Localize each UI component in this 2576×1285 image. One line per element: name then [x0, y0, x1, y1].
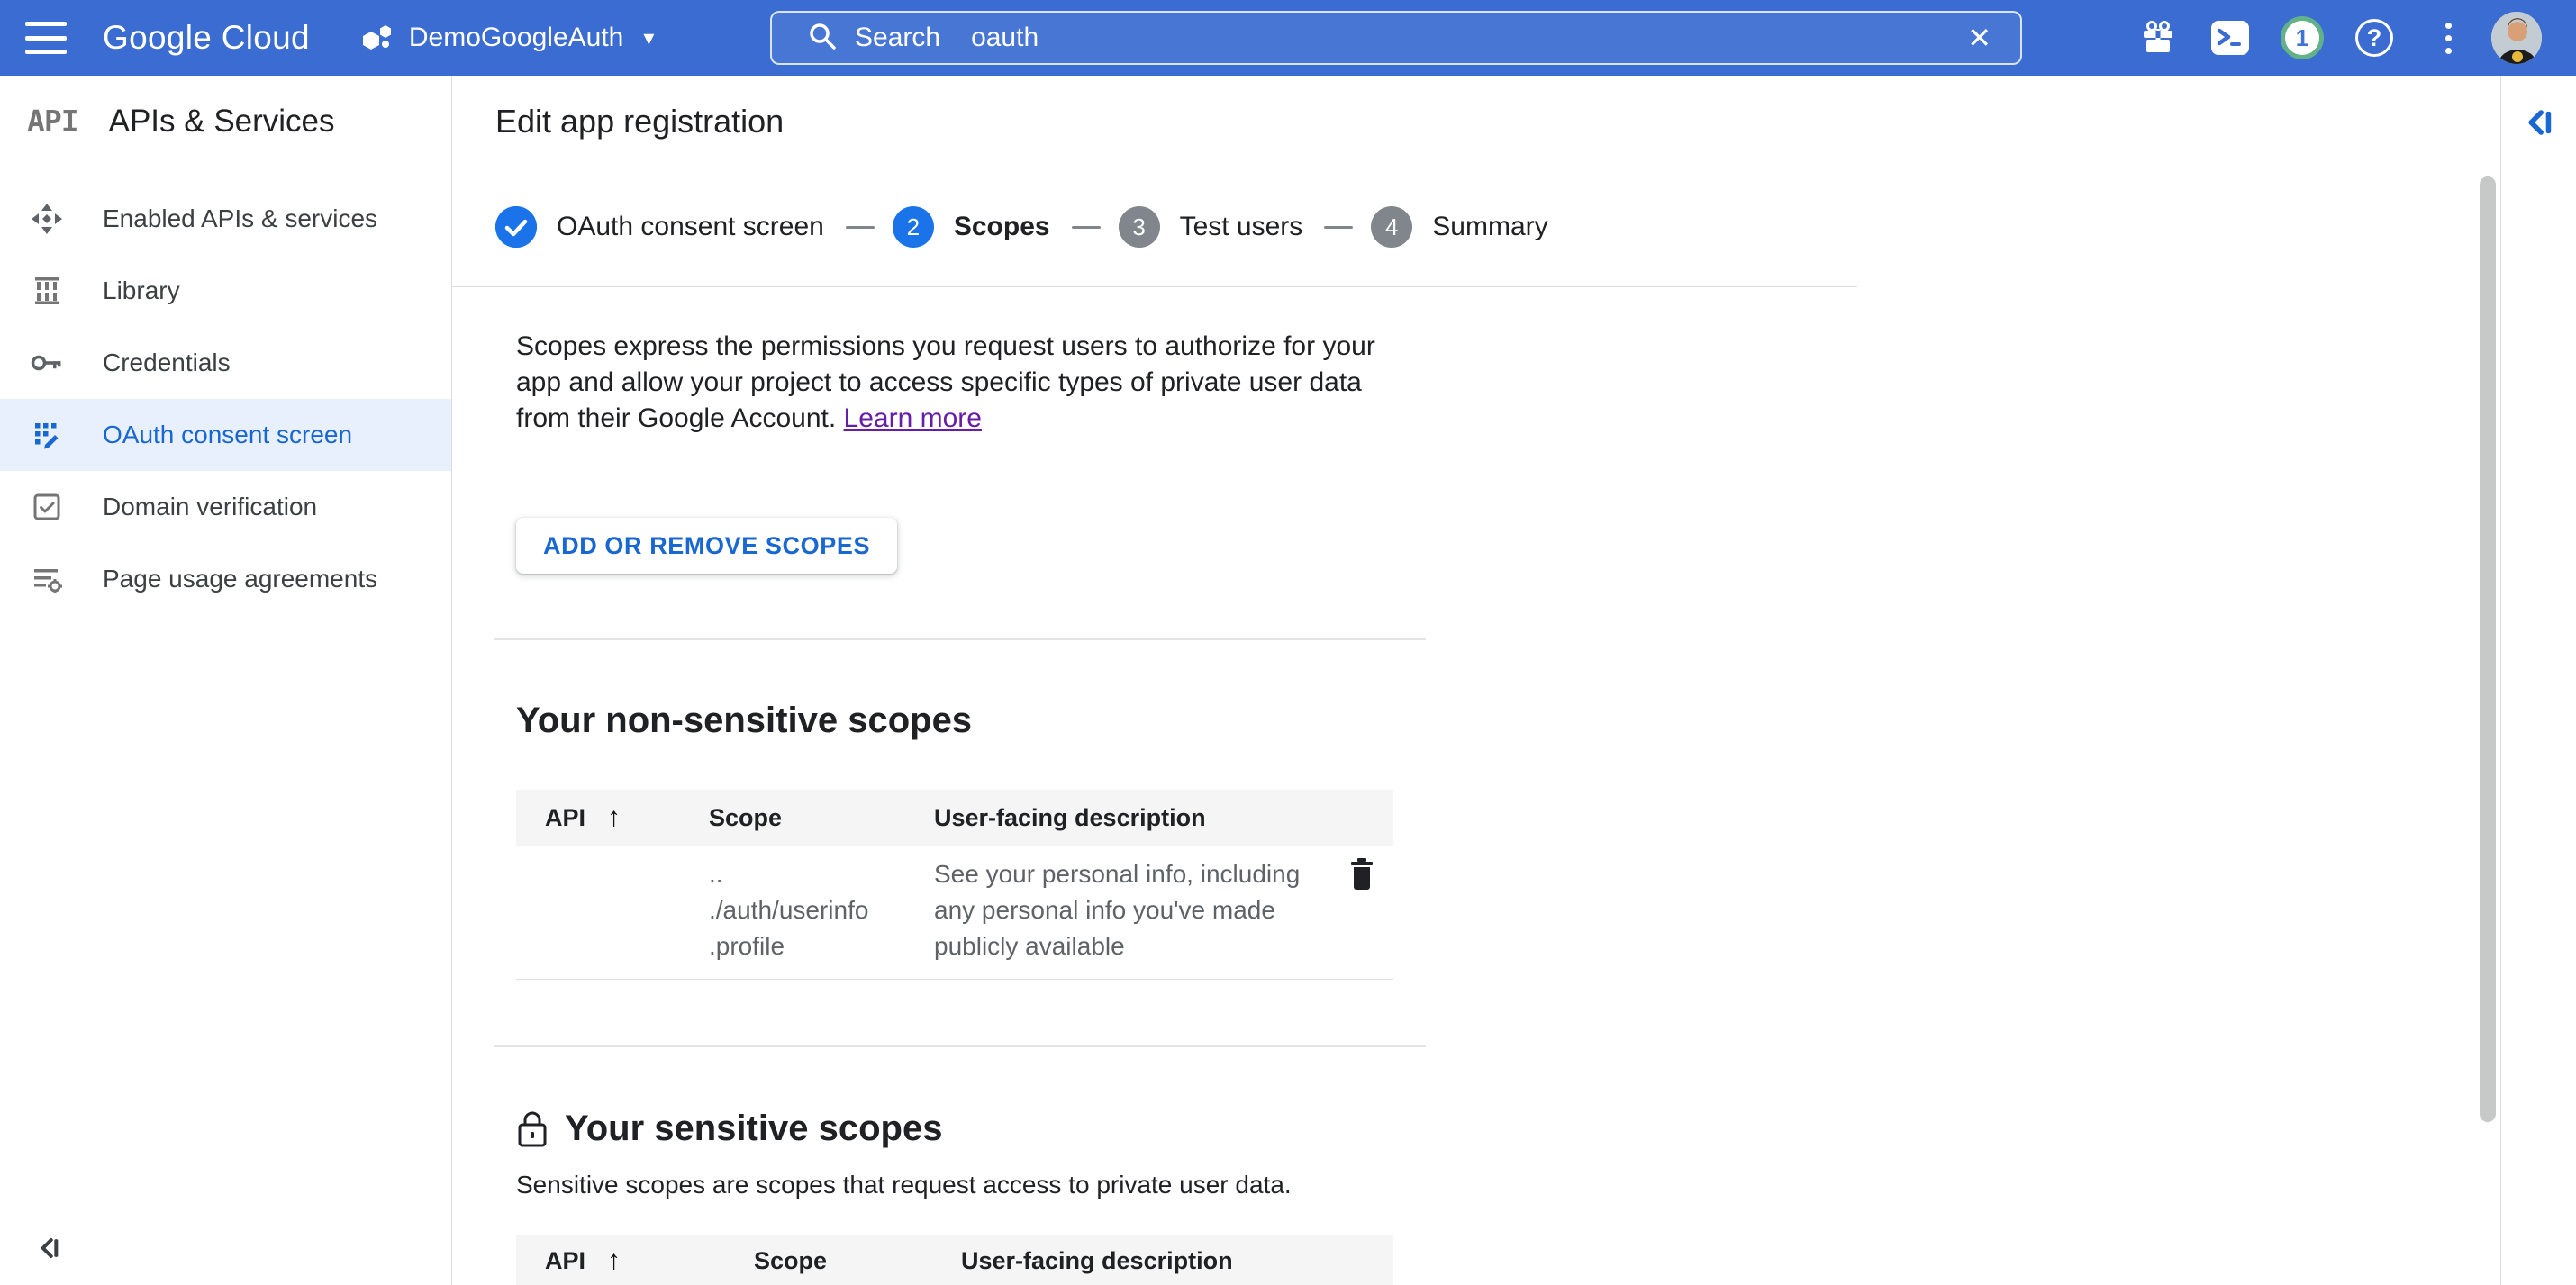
page-title: Edit app registration [495, 103, 784, 140]
agreements-list-gear-icon [27, 561, 67, 597]
step-4-circle[interactable]: 4 [1371, 206, 1412, 248]
sidebar-item-label: Page usage agreements [103, 565, 377, 593]
step-oauth-consent-check-icon[interactable] [495, 206, 537, 248]
top-navigation-bar: Google Cloud DemoGoogleAuth ▾ Search oau [0, 0, 2576, 76]
help-icon[interactable]: ? [2349, 0, 2399, 76]
step-label-scopes[interactable]: Scopes [954, 212, 1050, 242]
enabled-apis-icon [27, 201, 67, 237]
column-header-scope: Scope [725, 1247, 932, 1275]
sidebar-item-credentials[interactable]: Credentials [0, 327, 451, 399]
learn-more-link[interactable]: Learn more [844, 403, 982, 433]
vertical-scrollbar[interactable] [2480, 176, 2496, 1122]
registration-stepper: OAuth consent screen 2 Scopes 3 Test use… [452, 167, 1857, 287]
right-side-panel [2500, 76, 2576, 1285]
search-icon [806, 20, 839, 57]
api-product-logo: API [27, 104, 78, 139]
sort-ascending-icon[interactable]: ↑ [607, 1245, 621, 1276]
sidebar-item-enabled-apis[interactable]: Enabled APIs & services [0, 183, 451, 255]
oauth-consent-icon [27, 417, 67, 453]
step-separator [846, 226, 875, 229]
google-cloud-console: Google Cloud DemoGoogleAuth ▾ Search oau [0, 0, 2576, 1285]
more-options-icon[interactable] [2423, 0, 2473, 76]
project-hexagon-icon [360, 20, 396, 56]
clear-search-icon[interactable]: ✕ [1967, 13, 1991, 63]
sidebar-item-oauth-consent-screen[interactable]: OAuth consent screen [0, 399, 451, 471]
scope-value: .. ./auth/userinfo .profile [680, 846, 905, 979]
collapse-sidebar-icon[interactable] [32, 1232, 65, 1269]
cloud-shell-icon[interactable] [2205, 0, 2255, 76]
table-header-row: API ↑ Scope User-facing description [516, 790, 1393, 846]
page-header: Edit app registration [452, 76, 2500, 167]
step-separator [1072, 226, 1101, 229]
sidebar-item-label: OAuth consent screen [103, 421, 352, 449]
sidebar-header: API APIs & Services [0, 76, 451, 167]
sidebar-title: APIs & Services [109, 104, 335, 140]
table-header-row: API ↑ Scope User-facing description [516, 1235, 1393, 1285]
project-selector[interactable]: DemoGoogleAuth ▾ [360, 20, 655, 56]
sidebar: API APIs & Services Enabled APIs & s [0, 76, 452, 1285]
add-or-remove-scopes-button[interactable]: ADD OR REMOVE SCOPES [516, 518, 897, 574]
step-2-circle[interactable]: 2 [893, 206, 934, 248]
step-3-circle[interactable]: 3 [1119, 206, 1160, 248]
sidebar-item-label: Library [103, 276, 180, 305]
chevron-down-icon: ▾ [643, 25, 654, 51]
menu-icon[interactable] [25, 22, 67, 54]
sensitive-scopes-subtext: Sensitive scopes are scopes that request… [516, 1171, 2500, 1199]
section-divider [494, 638, 1426, 640]
main-content: Edit app registration OAuth consent scre… [452, 76, 2500, 1285]
library-icon [27, 274, 67, 308]
google-cloud-logo[interactable]: Google Cloud [103, 19, 310, 57]
project-name: DemoGoogleAuth [409, 23, 623, 53]
step-label-oauth-consent[interactable]: OAuth consent screen [557, 212, 824, 242]
column-header-description: User-facing description [905, 804, 1302, 832]
sidebar-item-domain-verification[interactable]: Domain verification [0, 471, 451, 543]
column-header-api: API [545, 1247, 585, 1275]
sidebar-item-label: Domain verification [103, 493, 317, 521]
step-label-test-users[interactable]: Test users [1180, 212, 1303, 242]
step-separator [1324, 226, 1353, 229]
table-row: .. ./auth/userinfo .profile See your per… [516, 846, 1393, 980]
nonsensitive-scopes-table: API ↑ Scope User-facing description .. .… [516, 790, 1393, 980]
notification-count-badge: 1 [2281, 16, 2324, 59]
column-header-api: API [545, 804, 585, 832]
checkbox-icon [27, 490, 67, 524]
nonsensitive-scopes-heading: Your non-sensitive scopes [516, 701, 2500, 741]
delete-scope-icon[interactable] [1302, 846, 1393, 979]
avatar[interactable] [2491, 0, 2542, 76]
sidebar-item-page-usage-agreements[interactable]: Page usage agreements [0, 543, 451, 615]
sidebar-item-label: Credentials [103, 348, 231, 377]
search-input[interactable]: Search oauth ✕ [770, 11, 2022, 65]
column-header-scope: Scope [680, 804, 905, 832]
column-header-description: User-facing description [932, 1247, 1329, 1275]
sidebar-item-label: Enabled APIs & services [103, 204, 377, 233]
scope-description: See your personal info, including any pe… [905, 846, 1302, 979]
section-divider [494, 1045, 1426, 1047]
lock-icon [516, 1108, 549, 1149]
free-trial-gift-icon[interactable] [2133, 0, 2183, 76]
search-query-text: oauth [971, 23, 1039, 53]
collapse-panel-icon[interactable] [2519, 103, 2559, 147]
sidebar-item-library[interactable]: Library [0, 255, 451, 327]
sensitive-scopes-heading: Your sensitive scopes [516, 1108, 2500, 1149]
sort-ascending-icon[interactable]: ↑ [607, 802, 621, 833]
scopes-description: Scopes express the permissions you reque… [516, 329, 1385, 437]
search-label: Search [855, 23, 940, 53]
sensitive-scopes-table: API ↑ Scope User-facing description No r… [516, 1235, 1393, 1285]
step-label-summary[interactable]: Summary [1432, 212, 1547, 242]
notifications-icon[interactable]: 1 [2277, 0, 2327, 76]
key-icon [27, 345, 67, 381]
